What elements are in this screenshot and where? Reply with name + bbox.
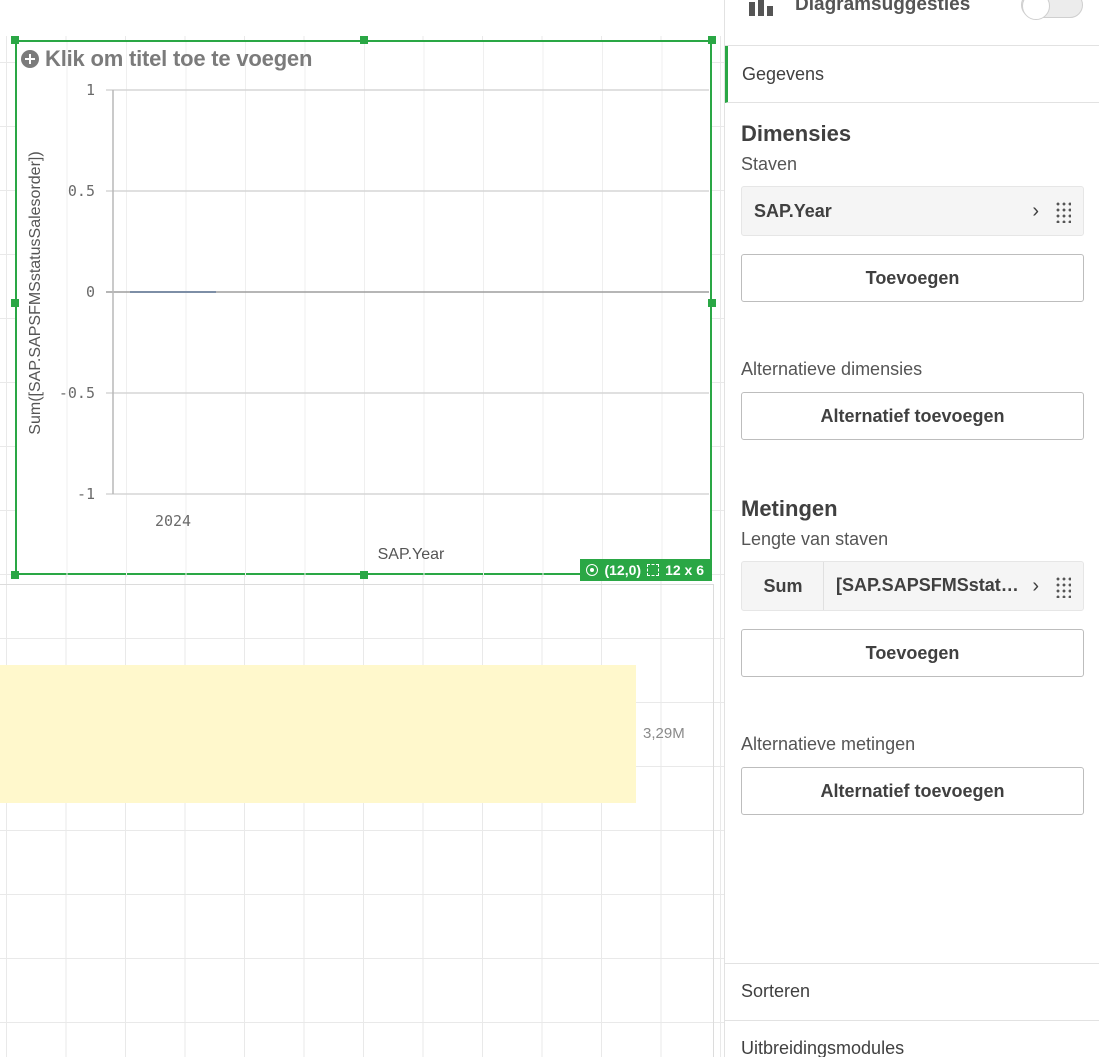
resize-handle-top-right[interactable] bbox=[708, 36, 716, 44]
measures-title: Metingen bbox=[741, 496, 838, 521]
resize-handle-bottom[interactable] bbox=[360, 571, 368, 579]
lower-chart-value-label: 3,29M bbox=[643, 725, 685, 742]
drag-handle-icon[interactable] bbox=[1055, 576, 1071, 598]
y-tick-label: -1 bbox=[77, 485, 95, 503]
y-tick-label: 0.5 bbox=[68, 182, 95, 200]
y-axis-ticks: 1 0.5 0 -0.5 -1 bbox=[59, 81, 95, 503]
measure-field-name: [SAP.SAPSFMSstatusSalesorder] bbox=[836, 575, 1026, 595]
drag-handle-icon[interactable] bbox=[1055, 201, 1071, 223]
bar bbox=[130, 291, 216, 293]
aggregation-cell[interactable]: Sum bbox=[742, 562, 824, 610]
chevron-right-icon[interactable]: › bbox=[1032, 200, 1039, 223]
bars-label: Staven bbox=[741, 154, 798, 174]
resize-handle-right[interactable] bbox=[708, 299, 716, 307]
resize-handle-top[interactable] bbox=[360, 36, 368, 44]
target-icon bbox=[586, 564, 599, 576]
add-alt-measure-button[interactable]: Alternatief toevoegen bbox=[741, 767, 1084, 815]
add-dimension-button[interactable]: Toevoegen bbox=[741, 254, 1084, 302]
position-text: (12,0) bbox=[604, 562, 642, 578]
tab-data-label: Gegevens bbox=[742, 64, 825, 84]
y-tick-label: -0.5 bbox=[59, 384, 95, 402]
alt-measures-label: Alternatieve metingen bbox=[741, 734, 916, 754]
canvas-top-strip bbox=[0, 0, 724, 36]
bar-length-label: Lengte van staven bbox=[741, 529, 889, 549]
chevron-right-icon[interactable]: › bbox=[1032, 575, 1039, 598]
tab-data[interactable]: Gegevens bbox=[725, 46, 1099, 103]
add-measure-button[interactable]: Toevoegen bbox=[741, 629, 1084, 677]
resize-frame-icon bbox=[647, 564, 660, 576]
chart-marks bbox=[130, 291, 216, 293]
dimension-field-sap-year[interactable]: SAP.Year › bbox=[741, 186, 1084, 236]
resize-handle-bottom-left[interactable] bbox=[11, 571, 19, 579]
add-circle-icon bbox=[21, 50, 39, 68]
sheet-canvas: 3,29M 1 0.5 0 -0.5 -1 2024 SAP.Year Sum([SAP… bbox=[0, 0, 724, 1057]
aggregation-label: Sum bbox=[763, 576, 803, 596]
size-text: 12 x 6 bbox=[665, 562, 704, 578]
section-sorting[interactable]: Sorteren bbox=[725, 963, 1099, 1020]
add-alt-dimension-button[interactable]: Alternatief toevoegen bbox=[741, 392, 1084, 440]
lower-chart-bar[interactable] bbox=[0, 665, 636, 803]
x-axis-title: SAP.Year bbox=[378, 546, 445, 563]
resize-handle-left[interactable] bbox=[11, 299, 19, 307]
resize-handle-top-left[interactable] bbox=[11, 36, 19, 44]
dimensions-title: Dimensies bbox=[741, 121, 852, 146]
y-tick-label: 0 bbox=[86, 283, 95, 301]
x-axis-ticks: 2024 bbox=[155, 512, 191, 530]
chart-title-text: Klik om titel toe te voegen bbox=[45, 46, 313, 71]
lower-chart[interactable]: 3,29M bbox=[0, 584, 714, 1057]
chart-suggestions-row: Diagramsuggesties bbox=[725, 0, 1099, 46]
vertical-gridlines bbox=[66, 42, 663, 577]
sorting-label: Sorteren bbox=[741, 981, 811, 1001]
alt-dimensions-label: Alternatieve dimensies bbox=[741, 359, 923, 379]
y-axis-title: Sum([SAP.SAPSFMSstatusSalesorder]) bbox=[27, 151, 44, 434]
position-size-badge: (12,0) 12 x 6 bbox=[580, 559, 712, 581]
suggestions-label: Diagramsuggesties bbox=[795, 0, 971, 15]
x-tick-label: 2024 bbox=[155, 512, 191, 530]
selected-chart[interactable]: 1 0.5 0 -0.5 -1 2024 SAP.Year Sum([SAP.SAPSF… bbox=[11, 36, 716, 581]
bar-chart-icon bbox=[749, 0, 773, 16]
section-addons[interactable]: Uitbreidingsmodules bbox=[725, 1020, 1099, 1057]
suggestions-toggle[interactable] bbox=[1021, 0, 1083, 20]
chart-title-placeholder[interactable]: Klik om titel toe te voegen bbox=[21, 46, 312, 72]
addons-label: Uitbreidingsmodules bbox=[741, 1038, 905, 1057]
measure-field[interactable]: Sum [SAP.SAPSFMSstatusSalesorder] › bbox=[741, 561, 1084, 611]
dimension-field-name: SAP.Year bbox=[754, 201, 832, 221]
chart-plot: 1 0.5 0 -0.5 -1 2024 SAP.Year Sum([SAP.SAPSF… bbox=[27, 42, 709, 577]
properties-panel: Diagramsuggesties Gegevens Dimensies Sta… bbox=[724, 0, 1099, 1057]
y-tick-label: 1 bbox=[86, 81, 95, 99]
